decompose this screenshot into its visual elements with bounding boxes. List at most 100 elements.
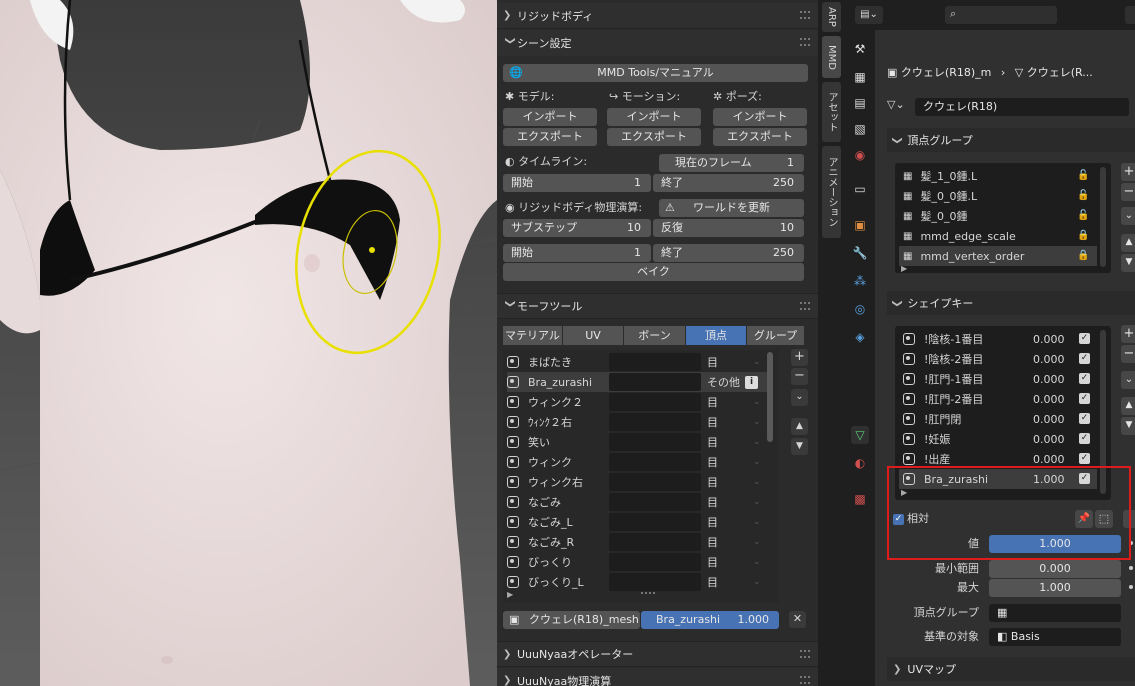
vertex-group-item[interactable]: ▦ mmd_edge_scale 🔒 <box>899 226 1097 246</box>
morph-list-item[interactable]: ウィンク目 ⌄ <box>507 452 767 472</box>
sk-menu-button[interactable]: ⌄ <box>1121 371 1135 389</box>
vg-scrollbar[interactable] <box>1100 167 1106 267</box>
bake-start-field[interactable]: 開始 1 <box>503 244 651 262</box>
drag-grip-icon[interactable] <box>800 650 810 658</box>
world-tab-icon[interactable]: ▭ <box>851 180 869 198</box>
add-vertex-group-button[interactable]: + <box>1121 163 1135 181</box>
mesh-datablock-icon[interactable]: ▽⌄ <box>887 98 913 116</box>
morph-list-item[interactable]: びっくり目 ⌄ <box>507 552 767 572</box>
view-layer-tab-icon[interactable]: ▧ <box>851 120 869 138</box>
morph-name-field[interactable] <box>609 453 701 471</box>
start-frame-field[interactable]: 開始 1 <box>503 174 651 192</box>
morph-name-field[interactable] <box>609 533 701 551</box>
shape-key-item[interactable]: !陰核-1番目 0.000 ✓ <box>899 329 1097 349</box>
add-morph-button[interactable]: + <box>791 349 808 366</box>
shape-key-mute-checkbox[interactable]: ✓ <box>1079 413 1090 424</box>
motion-export-button[interactable]: エクスポート <box>607 128 701 146</box>
morph-tab-1[interactable]: UV <box>563 326 623 345</box>
modifier-tab-icon[interactable]: 🔧 <box>851 244 869 262</box>
mesh-name-field[interactable]: ▣ クウェレ(R18)_mesh <box>503 611 640 629</box>
shape-key-item[interactable]: !肛門-2番目 0.000 ✓ <box>899 389 1097 409</box>
mmd-manual-button[interactable]: 🌐 MMD Tools/マニュアル <box>503 64 808 82</box>
vertex-group-list[interactable]: ▦ 髪_1_0鍾.L 🔓 ▦ 髪_0_0鍾.L 🔓 ▦ 髪_0_0鍾 🔓 ▦ mmd_edge_sc… <box>895 163 1111 273</box>
physics-tab-icon[interactable]: ◎ <box>851 300 869 318</box>
min-range-field[interactable]: 0.000 <box>989 560 1121 578</box>
constraints-tab-icon[interactable]: ◈ <box>851 328 869 346</box>
morph-list-item[interactable]: なごみ_R 目 ⌄ <box>507 532 767 552</box>
morph-list-scrollbar[interactable] <box>767 352 773 442</box>
mesh-data-tab-icon[interactable]: ▽ <box>851 426 869 444</box>
info-icon[interactable]: i <box>745 375 758 389</box>
move-up-button[interactable]: ▲ <box>791 418 808 435</box>
keyframe-dot[interactable] <box>1129 585 1133 589</box>
tool-tab-icon[interactable]: ⚒ <box>851 40 869 58</box>
morph-tab-4[interactable]: グループ <box>747 326 804 345</box>
morph-list-item[interactable]: なごみ_L 目 ⌄ <box>507 512 767 532</box>
morph-list-item[interactable]: 笑い目 ⌄ <box>507 432 767 452</box>
iterations-field[interactable]: 反復 10 <box>653 219 804 237</box>
morph-name-field[interactable] <box>609 513 701 531</box>
material-tab-icon[interactable]: ◐ <box>851 454 869 472</box>
morph-name-field[interactable] <box>609 553 701 571</box>
relative-to-field[interactable]: ◧ Basis <box>989 628 1121 646</box>
sk-down-button[interactable]: ▼ <box>1121 417 1135 435</box>
drag-grip-icon[interactable] <box>800 11 810 19</box>
pose-import-button[interactable]: インポート <box>713 108 807 126</box>
shape-keys-header[interactable]: ❯ シェイプキー <box>887 291 1135 315</box>
model-import-button[interactable]: インポート <box>503 108 597 126</box>
shape-key-mute-checkbox[interactable]: ✓ <box>1079 353 1090 364</box>
vertex-group-item[interactable]: ▦ mmd_vertex_order 🔒 <box>899 246 1097 266</box>
vertex-group-field[interactable]: ▦ <box>989 604 1121 622</box>
keyframe-dot[interactable] <box>1129 566 1133 570</box>
vertex-groups-header[interactable]: ❯ 頂点グループ <box>887 128 1135 152</box>
morph-name-field[interactable] <box>609 493 701 511</box>
remove-morph-button[interactable]: − <box>791 368 808 385</box>
lock-icon[interactable]: 🔒 <box>1077 230 1089 242</box>
morph-name-field[interactable] <box>609 473 701 491</box>
mesh-datablock-field[interactable]: クウェレ(R18) <box>915 98 1129 116</box>
3d-viewport[interactable] <box>0 0 497 686</box>
particles-tab-icon[interactable]: ⁂ <box>851 272 869 290</box>
rigid-body-header[interactable]: ❯ リジッドボディ <box>497 3 818 29</box>
scene-settings-header[interactable]: ❯ シーン設定 <box>497 30 818 56</box>
morph-list-item[interactable]: まばたき目 ⌄ <box>507 352 767 372</box>
shape-key-item[interactable]: !肛門-1番目 0.000 ✓ <box>899 369 1097 389</box>
pin-button[interactable] <box>1125 6 1135 24</box>
remove-vertex-group-button[interactable]: − <box>1121 183 1135 201</box>
morph-menu-button[interactable]: ⌄ <box>791 389 808 406</box>
unlock-icon[interactable]: 🔓 <box>1077 170 1089 182</box>
model-export-button[interactable]: エクスポート <box>503 128 597 146</box>
vg-menu-button[interactable]: ⌄ <box>1121 207 1135 225</box>
active-morph-value-field[interactable]: Bra_zurashi 1.000 <box>641 611 779 629</box>
tab-mmd[interactable]: MMD <box>822 36 841 78</box>
morph-tools-header[interactable]: ❯ モーフツール <box>497 293 818 319</box>
triangle-right-icon[interactable]: ▶ <box>507 590 513 599</box>
morph-list-item[interactable]: ｳｨﾝｸ２右目 ⌄ <box>507 412 767 432</box>
add-shape-key-button[interactable]: + <box>1121 325 1135 343</box>
lock-icon[interactable]: 🔒 <box>1077 250 1089 262</box>
shape-key-item[interactable]: !肛門閉 0.000 ✓ <box>899 409 1097 429</box>
update-world-button[interactable]: ⚠ ワールドを更新 <box>659 199 804 217</box>
morph-tab-2[interactable]: ボーン <box>624 326 685 345</box>
morph-name-field[interactable] <box>609 393 701 411</box>
substep-field[interactable]: サブステップ 10 <box>503 219 651 237</box>
texture-tab-icon[interactable]: ▩ <box>851 490 869 508</box>
morph-list-item[interactable]: びっくり_L 目 ⌄ <box>507 572 767 592</box>
vg-up-button[interactable]: ▲ <box>1121 234 1135 252</box>
morph-list-item[interactable]: なごみ目 ⌄ <box>507 492 767 512</box>
triangle-right-icon[interactable]: ▶ <box>901 264 907 273</box>
morph-name-field[interactable] <box>609 353 701 371</box>
vertex-group-item[interactable]: ▦ 髪_0_0鍾.L 🔓 <box>899 186 1097 206</box>
drag-grip-icon[interactable] <box>800 676 810 684</box>
max-range-field[interactable]: 1.000 <box>989 579 1121 597</box>
vertex-group-item[interactable]: ▦ 髪_0_0鍾 🔓 <box>899 206 1097 226</box>
vertex-group-item[interactable]: ▦ 髪_1_0鍾.L 🔓 <box>899 166 1097 186</box>
drag-grip-icon[interactable] <box>800 302 810 310</box>
current-frame-field[interactable]: 現在のフレーム 1 <box>659 154 804 172</box>
unlock-icon[interactable]: 🔓 <box>1077 210 1089 222</box>
motion-import-button[interactable]: インポート <box>607 108 701 126</box>
morph-name-field[interactable] <box>609 413 701 431</box>
uuunyaa-physics-header[interactable]: ❯ UuuNyaa物理演算 <box>497 668 818 686</box>
bake-button[interactable]: ベイク <box>503 263 804 281</box>
tab-animation[interactable]: アニメーション <box>822 146 841 238</box>
